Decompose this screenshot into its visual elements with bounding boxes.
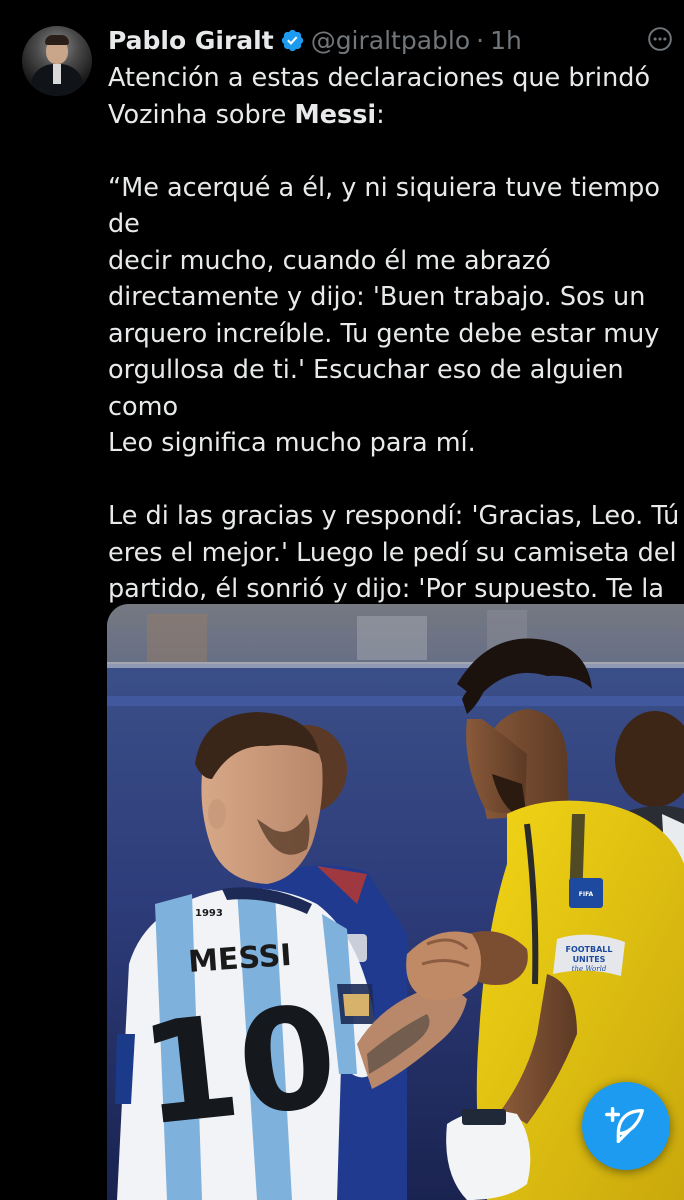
svg-text:FIFA: FIFA	[579, 891, 594, 898]
intro-suffix: :	[376, 99, 385, 130]
jersey-number: 10	[134, 975, 345, 1157]
author-name[interactable]: Pablo Giralt	[108, 26, 274, 55]
tweet-text-intro-line1: Atención a estas declaraciones que brind…	[108, 63, 651, 93]
intro-bold-name: Messi	[294, 99, 377, 130]
tweet-header: Pablo Giralt @giraltpablo · 1h	[108, 22, 522, 58]
armband-line2: UNITES	[573, 955, 606, 964]
armband-line3: the World	[572, 965, 607, 973]
jersey-year: 1993	[195, 908, 223, 919]
author-handle[interactable]: @giraltpablo	[311, 26, 470, 55]
verified-badge-icon	[281, 29, 303, 51]
separator-dot: ·	[476, 25, 485, 55]
more-options-icon[interactable]	[647, 26, 673, 52]
jersey-name: MESSI	[187, 938, 293, 980]
quote-paragraph-1: “Me acerqué a él, y ni siquiera tuve tie…	[108, 172, 660, 459]
avatar-hair	[45, 35, 69, 45]
tweet[interactable]: Pablo Giralt @giraltpablo · 1h Atención …	[0, 0, 684, 1200]
compose-post-icon	[605, 1107, 644, 1143]
intro-prefix: Vozinha sobre	[108, 99, 295, 130]
avatar[interactable]	[22, 26, 92, 96]
compose-post-button[interactable]	[582, 1082, 670, 1170]
tweet-text-intro-line2: Vozinha sobre Messi:	[108, 97, 684, 134]
avatar-shirt	[53, 64, 61, 84]
tweet-text: Atención a estas declaraciones que brind…	[108, 60, 684, 681]
timestamp[interactable]: 1h	[490, 26, 522, 55]
armband-line1: FOOTBALL	[565, 945, 612, 954]
